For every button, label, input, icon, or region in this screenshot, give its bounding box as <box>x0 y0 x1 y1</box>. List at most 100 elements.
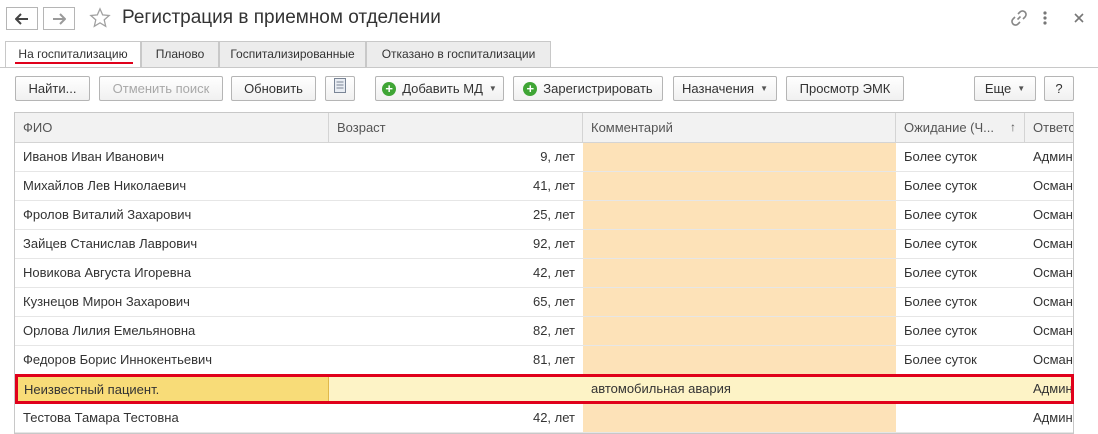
add-icon: + <box>523 81 538 96</box>
refresh-button[interactable]: Обновить <box>231 76 316 101</box>
column-header-age[interactable]: Возраст <box>329 113 583 143</box>
cell-fio: Михайлов Лев Николаевич <box>23 178 187 193</box>
cell-comment <box>583 172 896 200</box>
cell-fio: Кузнецов Мирон Захарович <box>23 294 190 309</box>
more-button[interactable]: Еще ▼ <box>974 76 1036 101</box>
cell-responsible: Админ <box>1033 149 1073 164</box>
cell-fio: Зайцев Станислав Лаврович <box>23 236 198 251</box>
chevron-down-icon: ▼ <box>488 84 497 93</box>
cell-fio: Иванов Иван Иванович <box>23 149 165 164</box>
tabs-divider <box>0 67 1098 68</box>
cell-wait: Более суток <box>904 265 977 280</box>
cell-wait: Более суток <box>904 352 977 367</box>
find-button[interactable]: Найти... <box>15 76 90 101</box>
tab-hospitalization[interactable]: На госпитализацию <box>5 41 141 68</box>
cell-responsible: Осман <box>1033 236 1073 251</box>
table-row[interactable]: Фролов Виталий Захарович 25, лет Более с… <box>15 201 1073 230</box>
column-header-label: Возраст <box>337 120 386 135</box>
table-row[interactable]: Зайцев Станислав Лаврович 92, лет Более … <box>15 230 1073 259</box>
column-header-fio[interactable]: ФИО <box>15 113 329 143</box>
cell-age: 42, лет <box>532 265 575 280</box>
tab-hospitalized[interactable]: Госпитализированные <box>219 41 366 67</box>
cancel-search-button[interactable]: Отменить поиск <box>99 76 223 101</box>
tab-label: На госпитализацию <box>18 47 128 61</box>
table-row[interactable]: Кузнецов Мирон Захарович 65, лет Более с… <box>15 288 1073 317</box>
back-arrow-icon <box>15 12 29 25</box>
forward-arrow-icon <box>52 12 66 25</box>
tab-label: Планово <box>155 47 205 61</box>
view-emk-button[interactable]: Просмотр ЭМК <box>786 76 904 101</box>
help-button[interactable]: ? <box>1044 76 1074 101</box>
refresh-label: Обновить <box>244 81 303 96</box>
cell-fio: Орлова Лилия Емельяновна <box>23 323 196 338</box>
cell-responsible: Осман <box>1033 178 1073 193</box>
cell-wait: Более суток <box>904 178 977 193</box>
link-icon[interactable] <box>1010 9 1028 30</box>
table-row[interactable]: Новикова Августа Игоревна 42, лет Более … <box>15 259 1073 288</box>
close-icon[interactable] <box>1071 9 1087 30</box>
tab-label: Госпитализированные <box>230 47 355 61</box>
cell-wait <box>896 375 1025 403</box>
cell-comment <box>583 404 896 432</box>
cell-comment <box>583 259 896 287</box>
cell-responsible: Админ <box>1033 410 1073 425</box>
cancel-search-label: Отменить поиск <box>112 81 210 96</box>
cell-comment <box>583 143 896 171</box>
cell-fio: Новикова Августа Игоревна <box>23 265 192 280</box>
tab-label: Отказано в госпитализации <box>381 47 536 61</box>
cell-comment: автомобильная авария <box>583 375 896 403</box>
column-header-label: ФИО <box>23 120 53 135</box>
cell-fio: Фролов Виталий Захарович <box>23 207 192 222</box>
register-button[interactable]: + Зарегистрировать <box>513 76 663 101</box>
cell-age: 81, лет <box>532 352 575 367</box>
column-header-label: Ожидание (Ч... <box>904 120 994 135</box>
cell-responsible: Осман <box>1033 207 1073 222</box>
add-md-label: Добавить МД <box>402 81 483 96</box>
column-header-responsible[interactable]: Ответс <box>1025 113 1074 143</box>
sort-asc-icon: ↑ <box>1010 120 1016 134</box>
cell-wait: Более суток <box>904 294 977 309</box>
help-label: ? <box>1055 81 1063 96</box>
star-icon[interactable] <box>89 7 111 32</box>
list-view-button[interactable] <box>325 76 355 101</box>
table-row[interactable]: Иванов Иван Иванович 9, лет Более суток … <box>15 143 1073 172</box>
cell-wait: Более суток <box>904 207 977 222</box>
tab-refused[interactable]: Отказано в госпитализации <box>366 41 551 67</box>
column-header-label: Ответс <box>1033 120 1074 135</box>
column-header-label: Комментарий <box>591 120 673 135</box>
table-row[interactable]: Орлова Лилия Емельяновна 82, лет Более с… <box>15 317 1073 346</box>
cell-responsible: Осман <box>1033 265 1073 280</box>
back-button[interactable] <box>6 7 38 30</box>
cell-responsible: Осман <box>1033 352 1073 367</box>
table-row-selected[interactable]: Неизвестный пациент. автомобильная авари… <box>15 375 1073 404</box>
cell-age: 41, лет <box>532 178 575 193</box>
column-header-wait[interactable]: Ожидание (Ч... ↑ <box>896 113 1025 143</box>
cell-wait: Более суток <box>904 236 977 251</box>
add-md-button[interactable]: + Добавить МД ▼ <box>375 76 504 101</box>
tab-planned[interactable]: Планово <box>141 41 219 67</box>
cell-comment <box>583 346 896 374</box>
column-header-comment[interactable]: Комментарий <box>583 113 896 143</box>
cell-wait: Более суток <box>904 323 977 338</box>
cell-age: 25, лет <box>532 207 575 222</box>
appointments-label: Назначения <box>682 81 755 96</box>
title-bar: Регистрация в приемном отделении <box>0 0 1098 38</box>
forward-button[interactable] <box>43 7 75 30</box>
list-icon <box>334 77 346 100</box>
appointments-button[interactable]: Назначения ▼ <box>673 76 777 101</box>
table-row[interactable]: Тестова Тамара Тестовна 42, лет Админ <box>15 404 1073 433</box>
table-header: ФИО Возраст Комментарий Ожидание (Ч... ↑… <box>15 113 1074 143</box>
cell-age: 65, лет <box>532 294 575 309</box>
more-vertical-icon[interactable] <box>1042 9 1048 30</box>
cell-age: 9, лет <box>540 149 575 164</box>
patients-table[interactable]: ФИО Возраст Комментарий Ожидание (Ч... ↑… <box>14 112 1074 434</box>
cell-wait: Более суток <box>904 149 977 164</box>
cell-responsible: Осман <box>1033 323 1073 338</box>
cell-fio: Тестова Тамара Тестовна <box>23 410 179 425</box>
table-row[interactable]: Михайлов Лев Николаевич 41, лет Более су… <box>15 172 1073 201</box>
cell-responsible: Админ <box>1033 381 1073 396</box>
more-label: Еще <box>984 81 1012 96</box>
table-row[interactable]: Федоров Борис Иннокентьевич 81, лет Боле… <box>15 346 1073 375</box>
register-label: Зарегистрировать <box>543 81 653 96</box>
chevron-down-icon: ▼ <box>760 84 768 93</box>
